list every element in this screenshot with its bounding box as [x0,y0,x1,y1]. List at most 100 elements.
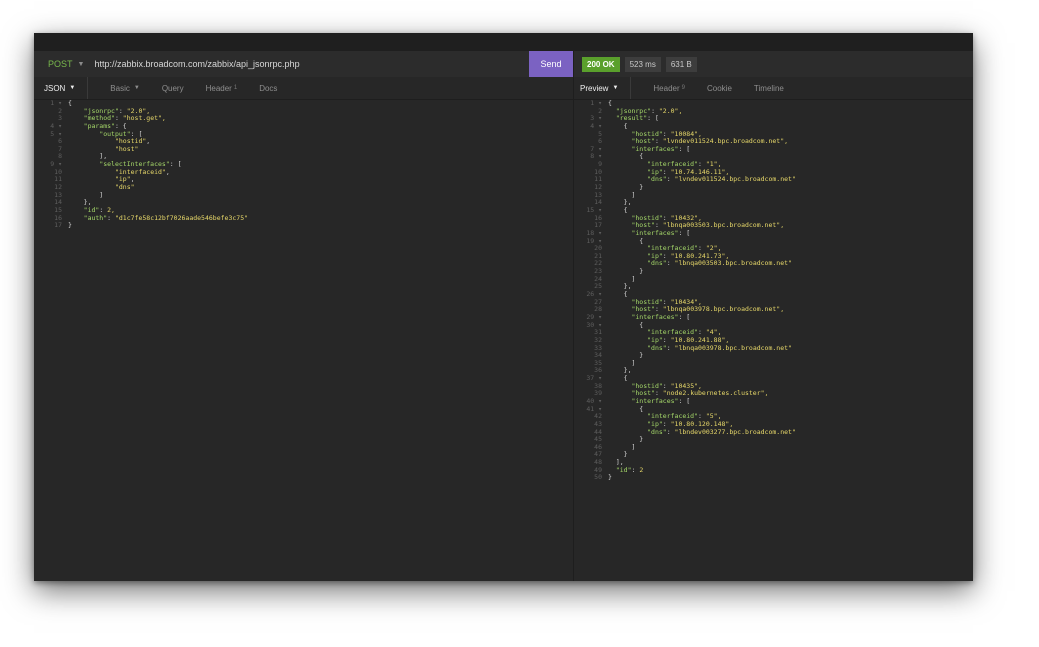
line-number: 9 [598,160,602,169]
code-line: 13 ] [34,191,573,200]
tab-json[interactable]: JSON ▼ [34,77,89,99]
tab-header[interactable]: Header 1 [206,84,238,93]
line-number: 16 [594,213,602,222]
code-text: ] [608,358,636,367]
code-text: "params": { [83,121,127,130]
line-number: 20 [594,244,602,253]
code-text: } [68,221,72,230]
code-text: "interfaces": [ [631,144,691,153]
code-text: "dns": "lbnqa003503.bpc.broadcom.net" [647,259,792,268]
line-number: 12 [54,183,62,192]
tab-docs[interactable]: Docs [259,84,277,93]
line-number: 17 [54,221,62,230]
code-line: 25 }, [574,283,973,291]
send-button[interactable]: Send [529,51,573,77]
code-line: 16 "auth": "d1c7fe58c12bf7026aade546befe… [34,213,573,223]
response-preview: 1 ▾{2 "jsonrpc": "2.0", 3 ▾ "result": [4 … [573,99,973,581]
line-number: 12 [594,183,602,192]
tab-timeline[interactable]: Timeline [754,84,784,93]
code-text: }, [608,366,632,375]
code-line: 49 "id": 2 [574,465,973,475]
code-line: 13 ] [574,190,973,200]
chevron-down-icon: ▼ [612,85,619,91]
line-number: 15 ▾ [586,205,602,214]
line-number: 48 [594,458,602,467]
line-number: 9 ▾ [50,160,62,169]
code-text: "interfaces": [ [631,312,691,321]
line-number: 42 [594,412,602,421]
response-status-bar: 200 OK 523 ms 631 B [573,51,973,78]
line-number: 2 [58,106,62,115]
tab-query[interactable]: Query [162,84,184,93]
code-line: 46 ] [574,442,973,452]
tab-preview[interactable]: Preview ▼ [574,77,632,99]
code-line: 14 }, [574,199,973,207]
code-line: 50} [574,474,973,482]
line-number: 16 [54,213,62,222]
line-number: 10 [54,167,62,176]
chevron-down-icon: ▼ [77,60,85,68]
tab-cookie[interactable]: Cookie [707,84,732,93]
code-line: 47 } [574,451,973,459]
code-text: "interfaces": [ [631,396,691,405]
line-number: 41 ▾ [586,404,602,413]
code-line: 17} [34,222,573,230]
header-count-badge: 1 [233,85,238,91]
line-number: 13 [594,190,602,199]
line-number: 34 [594,351,602,360]
line-number: 38 [594,381,602,390]
code-text: } [608,473,612,482]
tab-basic-label: Basic [110,83,130,93]
line-number: 35 [594,358,602,367]
code-line: 35 ] [574,358,973,368]
line-number: 26 ▾ [586,290,602,299]
code-text: "result": [ [615,114,659,123]
line-number: 46 [594,442,602,451]
line-number: 33 [594,343,602,352]
code-text: "dns" [114,183,135,192]
code-text: "interfaceid", [114,167,170,176]
title-bar [34,33,973,51]
response-size-badge: 631 B [665,56,697,72]
tab-response-header-label: Header [653,83,680,93]
line-number: 19 ▾ [586,236,602,245]
code-text: } [608,183,644,192]
chevron-down-icon: ▼ [133,85,140,91]
line-number: 30 ▾ [586,320,602,329]
line-number: 5 ▾ [50,129,62,138]
line-number: 32 [594,335,602,344]
response-tabs: Preview ▼ Header 9 Cookie Timeline [573,77,973,100]
code-line: 12 "dns" [34,183,573,192]
code-line: 3 ▾ "result": [ [574,114,973,123]
tab-response-header[interactable]: Header 9 [653,84,685,93]
status-badge: 200 OK [582,56,620,72]
line-number: 31 [594,328,602,337]
line-number: 50 [594,473,602,482]
line-number: 49 [594,465,602,474]
tab-json-label: JSON [44,83,66,93]
request-body-editor[interactable]: 1 ▾{2 "jsonrpc": "2.0", 3 "method": "host… [34,99,573,581]
url-bar: POST ▼ http://zabbix.broadcom.com/zabbix… [34,51,573,78]
code-text: ] [608,274,636,283]
code-text: "method": "host.get", [83,114,166,123]
method-dropdown[interactable]: POST ▼ [48,59,84,69]
url-input[interactable]: http://zabbix.broadcom.com/zabbix/api_js… [94,59,299,69]
code-text: } [608,351,644,360]
line-number: 37 ▾ [586,374,602,383]
code-text: }, [68,198,92,207]
code-text: "ip", [114,175,135,184]
code-text: } [608,450,628,459]
code-text: "hostid", [114,137,151,146]
code-line: 7 "host" [34,145,573,154]
code-text: } [608,267,644,276]
line-number: 24 [594,274,602,283]
tab-basic[interactable]: Basic ▼ [110,84,140,93]
line-number: 6 [58,137,62,146]
code-text: "id": 2 [615,465,644,474]
line-number: 5 [598,129,602,138]
line-number: 11 [594,175,602,184]
line-number: 10 [594,167,602,176]
line-number: 45 [594,435,602,444]
line-number: 21 [594,251,602,260]
line-number: 47 [594,450,602,459]
